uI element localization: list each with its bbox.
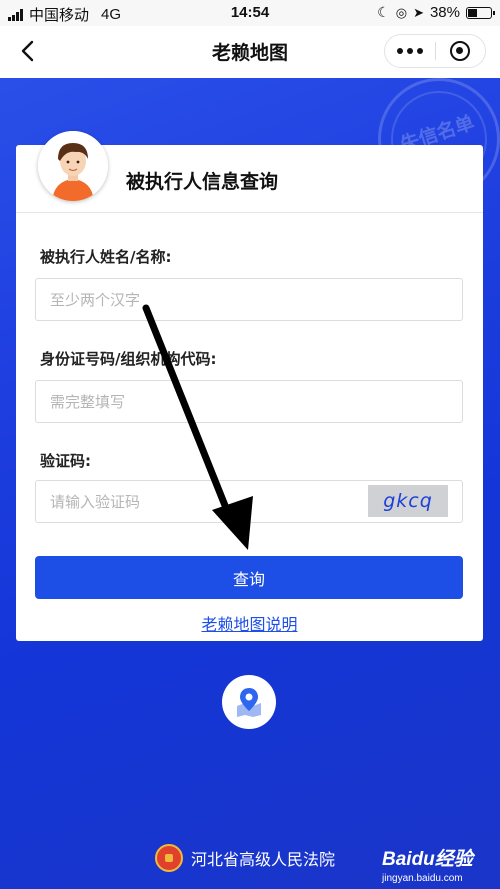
baidu-watermark: Baidu经验 jingyan.baidu.com bbox=[382, 844, 473, 884]
battery-icon bbox=[466, 6, 495, 19]
watermark-url: jingyan.baidu.com bbox=[382, 873, 463, 884]
navigation-bar: 老赖地图 bbox=[0, 26, 500, 78]
name-label: 被执行人姓名/名称: bbox=[40, 248, 172, 266]
map-pin-icon bbox=[237, 688, 261, 717]
court-emblem-icon bbox=[155, 844, 183, 872]
battery-percent: 38% bbox=[429, 4, 460, 21]
id-number-input[interactable] bbox=[35, 380, 463, 423]
avatar bbox=[38, 131, 108, 201]
map-location-button[interactable] bbox=[222, 675, 276, 729]
target-circle-icon bbox=[450, 41, 471, 61]
moon-icon: ☾ bbox=[377, 4, 390, 20]
card-divider bbox=[16, 212, 483, 213]
card-title: 被执行人信息查询 bbox=[126, 171, 279, 193]
close-mini-program-button[interactable] bbox=[435, 35, 485, 67]
footer: 河北省高级人民法院 bbox=[155, 844, 335, 872]
person-avatar-icon bbox=[38, 131, 108, 201]
name-input[interactable] bbox=[35, 278, 463, 321]
mini-program-capsule bbox=[384, 34, 486, 68]
query-card: 被执行人信息查询 被执行人姓名/名称: 身份证号码/组织机构代码: 验证码: g… bbox=[16, 131, 483, 641]
status-bar: 中国移动 4G 14:54 ☾ ◎ ➤ 38% bbox=[0, 0, 500, 26]
status-right: ☾ ◎ ➤ 38% bbox=[377, 4, 495, 21]
watermark-brand: Baidu经验 bbox=[382, 849, 473, 870]
captcha-image[interactable]: gkcq bbox=[368, 485, 448, 517]
id-label: 身份证号码/组织机构代码: bbox=[40, 350, 217, 368]
captcha-label: 验证码: bbox=[40, 452, 91, 470]
location-icon: ➤ bbox=[413, 4, 424, 20]
more-dots-icon bbox=[396, 48, 403, 54]
lock-rotation-icon: ◎ bbox=[395, 4, 408, 20]
more-button[interactable] bbox=[385, 35, 435, 67]
help-link[interactable]: 老赖地图说明 bbox=[16, 611, 483, 635]
court-name: 河北省高级人民法院 bbox=[191, 850, 336, 869]
query-button[interactable]: 查询 bbox=[35, 556, 463, 599]
